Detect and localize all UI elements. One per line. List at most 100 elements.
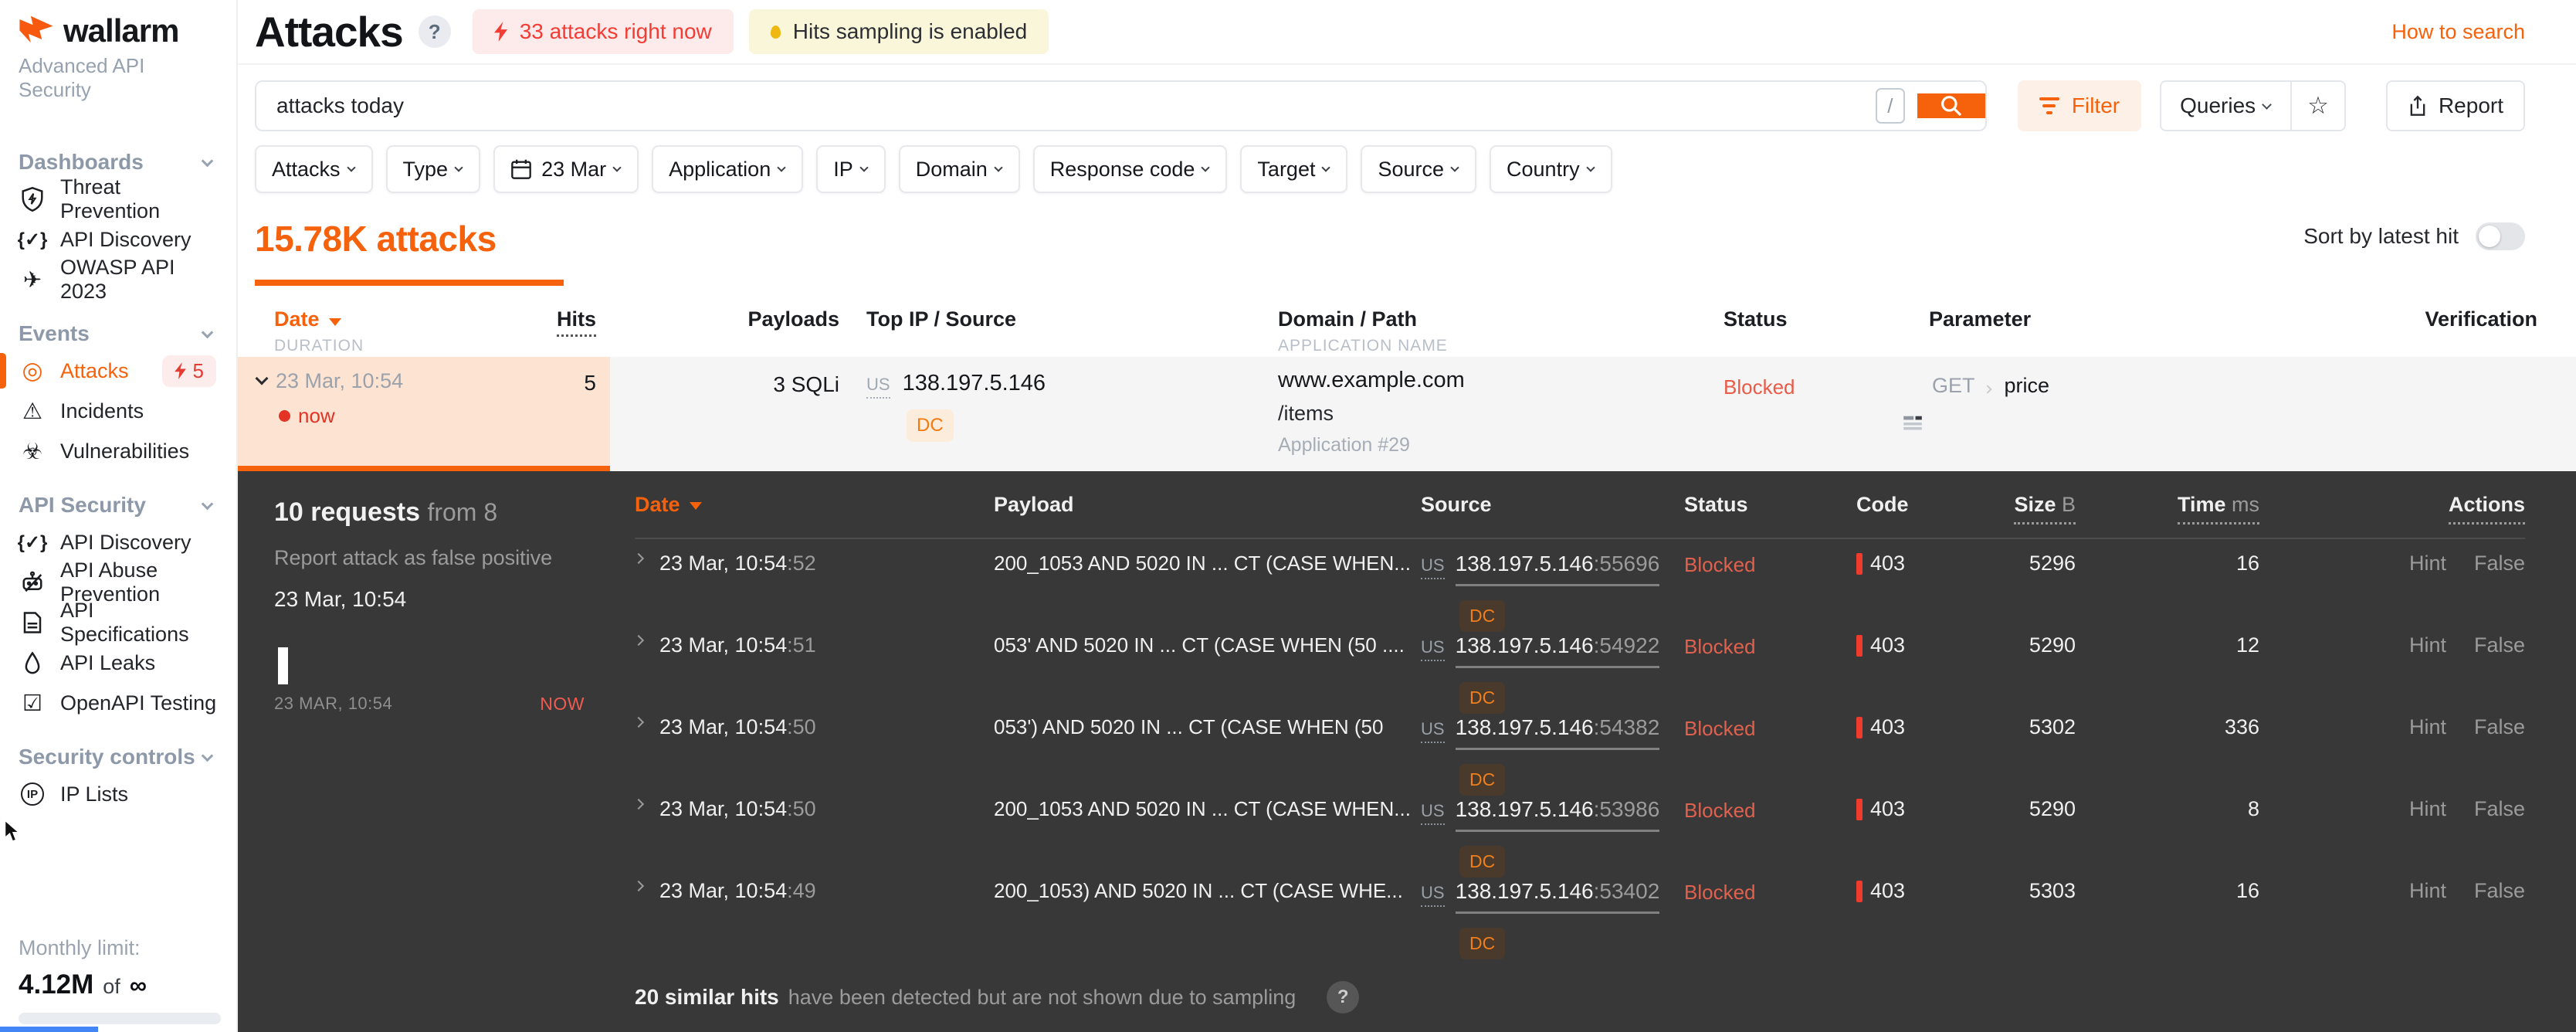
attack-application: Application #29 [1278, 434, 1410, 456]
how-to-search-link[interactable]: How to search [2391, 20, 2525, 44]
hit-ip-port[interactable]: 138.197.5.146:55696 [1455, 552, 1660, 586]
datacenter-tag[interactable]: DC [1459, 764, 1506, 796]
hint-action[interactable]: Hint [2409, 633, 2446, 657]
country-code[interactable]: US [1421, 883, 1445, 907]
false-action[interactable]: False [2474, 552, 2525, 575]
false-action[interactable]: False [2474, 715, 2525, 739]
attack-timeline[interactable]: 23 MAR, 10:54 NOW [274, 647, 585, 715]
hit-row[interactable]: 23 Mar, 10:54:50 200_1053 AND 5020 IN ..… [632, 785, 2525, 878]
filter-chip-date[interactable]: 23 Mar [493, 145, 639, 193]
attack-row-expanded[interactable]: 23 Mar, 10:54 now 5 3 SQLi US 138.197.5.… [238, 357, 2576, 471]
datacenter-tag[interactable]: DC [1459, 682, 1506, 714]
filter-chip-response-code[interactable]: Response code [1032, 145, 1228, 193]
attack-ip[interactable]: 138.197.5.146 [903, 371, 1046, 396]
datacenter-tag[interactable]: DC [1459, 600, 1506, 632]
section-events[interactable]: Events [19, 317, 222, 351]
export-icon [2410, 95, 2425, 116]
report-button[interactable]: Report [2385, 80, 2525, 131]
expand-chevron-icon[interactable] [632, 716, 645, 728]
column-date[interactable]: Date [635, 493, 994, 517]
sidebar-item-owasp-api-2023[interactable]: ✈ OWASP API 2023 [19, 256, 222, 303]
help-icon[interactable]: ? [1327, 981, 1360, 1013]
filter-chip-attacks[interactable]: Attacks [255, 145, 373, 193]
hits-table-header: Date Payload Source Status Code Size B T… [635, 490, 2525, 539]
hit-time: 336 [2224, 715, 2259, 738]
datacenter-tag[interactable]: DC [907, 409, 954, 442]
expand-chevron-icon[interactable] [632, 634, 645, 647]
false-action[interactable]: False [2474, 797, 2525, 821]
false-action[interactable]: False [2474, 633, 2525, 657]
sidebar-item-ip-lists[interactable]: IP IP Lists [19, 774, 222, 814]
hit-ip-port[interactable]: 138.197.5.146:54382 [1455, 715, 1660, 750]
search-button[interactable] [1917, 93, 1985, 118]
false-action[interactable]: False [2474, 879, 2525, 903]
sort-by-latest-hit-toggle[interactable] [2476, 222, 2525, 250]
queries-button[interactable]: Queries [2161, 82, 2290, 130]
hit-payload: 053') AND 5020 IN ... CT (CASE WHEN (50 [994, 715, 1384, 738]
column-hits[interactable]: Hits [556, 307, 596, 337]
help-icon[interactable]: ? [418, 15, 451, 48]
hint-action[interactable]: Hint [2409, 879, 2446, 903]
sidebar-item-api-specifications[interactable]: API Specifications [19, 599, 222, 646]
country-code[interactable]: US [1421, 719, 1445, 743]
filter-chips-row: Attacks Type 23 Mar Application IP Domai… [255, 145, 2525, 193]
section-api-security[interactable]: API Security [19, 488, 222, 522]
filter-chip-source[interactable]: Source [1361, 145, 1477, 193]
country-code[interactable]: US [1421, 637, 1445, 661]
sidebar-item-api-abuse-prevention[interactable]: API Abuse Prevention [19, 558, 222, 606]
hit-size: 5303 [2029, 879, 2076, 902]
sidebar-item-api-discovery-2[interactable]: {✓} API Discovery [18, 522, 222, 562]
sidebar-item-incidents[interactable]: ⚠ Incidents [19, 391, 222, 431]
expand-chevron-icon[interactable] [632, 798, 645, 810]
filter-chip-ip[interactable]: IP [816, 145, 886, 193]
sidebar-item-threat-prevention[interactable]: Threat Prevention [19, 175, 222, 222]
country-code[interactable]: US [1421, 801, 1445, 825]
filter-chip-type[interactable]: Type [385, 145, 481, 193]
hit-row[interactable]: 23 Mar, 10:54:50 053') AND 5020 IN ... C… [632, 703, 2525, 796]
sidebar-item-openapi-testing[interactable]: ☑ OpenAPI Testing [19, 683, 222, 723]
hit-ip-port[interactable]: 138.197.5.146:54922 [1455, 633, 1660, 668]
sidebar-item-api-leaks[interactable]: API Leaks [19, 643, 222, 683]
yellow-dot-icon [770, 25, 781, 39]
sidebar-item-attacks[interactable]: ◎ Attacks 5 [0, 351, 222, 391]
sidebar-item-api-discovery[interactable]: {✓} API Discovery [18, 219, 222, 260]
hit-row[interactable]: 23 Mar, 10:54:52 200_1053 AND 5020 IN ..… [632, 539, 2525, 632]
attack-domain-cell: www.example.com /items Application #29 [1266, 357, 1718, 471]
hint-action[interactable]: Hint [2409, 715, 2446, 739]
sidebar-item-vulnerabilities[interactable]: ☣ Vulnerabilities [19, 431, 222, 471]
hit-payload: 200_1053) AND 5020 IN ... CT (CASE WHE..… [994, 879, 1403, 902]
search-input[interactable] [256, 93, 1876, 118]
column-date[interactable]: Date DURATION [274, 307, 364, 357]
filter-chip-target[interactable]: Target [1240, 145, 1348, 193]
hit-row[interactable]: 23 Mar, 10:54:51 053' AND 5020 IN ... CT… [632, 621, 2525, 714]
count-underline [255, 280, 564, 286]
hint-action[interactable]: Hint [2409, 552, 2446, 575]
filter-chip-application[interactable]: Application [652, 145, 804, 193]
attack-date: 23 Mar, 10:54 [276, 369, 404, 392]
sort-label: Sort by latest hit [2303, 224, 2459, 248]
monthly-limit-progressbar [19, 1013, 221, 1024]
brand-logo[interactable]: wallarm [19, 12, 222, 49]
expand-chevron-icon[interactable] [632, 880, 645, 892]
datacenter-tag[interactable]: DC [1459, 928, 1506, 959]
attack-start-time: 23 Mar, 10:54 [274, 587, 407, 611]
chevron-down-icon [994, 163, 1003, 172]
section-dashboards[interactable]: Dashboards [19, 145, 222, 179]
favorite-star-button[interactable]: ☆ [2290, 82, 2344, 130]
country-code[interactable]: US [866, 375, 890, 399]
report-false-positive-link[interactable]: Report attack as false positive [274, 546, 622, 570]
datacenter-tag[interactable]: DC [1459, 846, 1506, 878]
parameter-name: price [2004, 374, 2050, 397]
hit-source-cell: US 138.197.5.146:55696 DC [1421, 552, 1684, 632]
filter-chip-country[interactable]: Country [1490, 145, 1612, 193]
filter-button[interactable]: Filter [2017, 80, 2142, 131]
hit-ip-port[interactable]: 138.197.5.146:53402 [1455, 879, 1660, 914]
country-code[interactable]: US [1421, 555, 1445, 579]
expand-chevron-icon[interactable] [632, 552, 645, 565]
collapse-chevron-icon[interactable] [255, 372, 269, 385]
hint-action[interactable]: Hint [2409, 797, 2446, 821]
hit-row[interactable]: 23 Mar, 10:54:49 200_1053) AND 5020 IN .… [632, 867, 2525, 959]
filter-chip-domain[interactable]: Domain [898, 145, 1020, 193]
section-security-controls[interactable]: Security controls [19, 740, 222, 774]
hit-ip-port[interactable]: 138.197.5.146:53986 [1455, 797, 1660, 832]
